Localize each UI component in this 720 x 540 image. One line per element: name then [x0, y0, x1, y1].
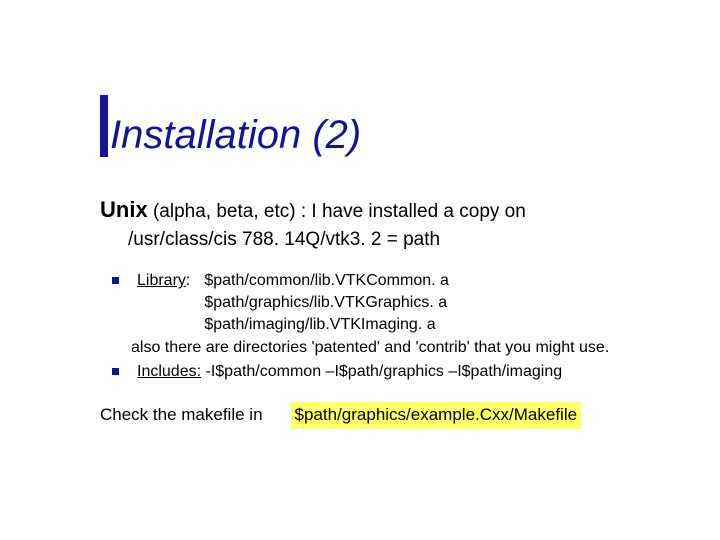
install-path: /usr/class/cis 788. 14Q/vtk3. 2 = path [128, 227, 660, 253]
bullet-library: Library: $path/common/lib.VTKCommon. a $… [112, 270, 660, 358]
bullet-library-content: Library: $path/common/lib.VTKCommon. a $… [137, 270, 660, 358]
slide-body: Unix (alpha, beta, etc) : I have install… [100, 195, 660, 429]
check-path-highlight: $path/graphics/example.Cxx/Makefile [291, 402, 582, 429]
check-row: Check the makefile in $path/graphics/exa… [100, 402, 660, 429]
bullet-list: Library: $path/common/lib.VTKCommon. a $… [100, 270, 660, 382]
title-accent-bar [100, 95, 108, 157]
library-label: Library: [137, 270, 190, 292]
library-note: also there are directories 'patented' an… [131, 337, 660, 359]
title-block: Installation (2) [100, 95, 361, 157]
slide: Installation (2) Unix (alpha, beta, etc)… [0, 0, 720, 540]
library-path-3: $path/imaging/lib.VTKImaging. a [204, 314, 660, 336]
library-path-1: $path/common/lib.VTKCommon. a [204, 270, 660, 292]
lead-rest: (alpha, beta, etc) : I have installed a … [148, 201, 526, 222]
bullet-icon [112, 277, 119, 284]
check-label: Check the makefile in [100, 404, 263, 427]
bullet-icon [112, 368, 119, 375]
bullet-includes: Includes: -I$path/common –I$path/graphic… [112, 361, 660, 383]
includes-value: -I$path/common –I$path/graphics –I$path/… [201, 363, 562, 380]
library-path-2: $path/graphics/lib.VTKGraphics. a [204, 292, 660, 314]
slide-title: Installation (2) [110, 113, 361, 157]
bullet-includes-content: Includes: -I$path/common –I$path/graphic… [137, 361, 660, 383]
lead-line: Unix (alpha, beta, etc) : I have install… [100, 195, 660, 225]
includes-label: Includes: [137, 363, 201, 380]
os-name: Unix [100, 197, 148, 222]
